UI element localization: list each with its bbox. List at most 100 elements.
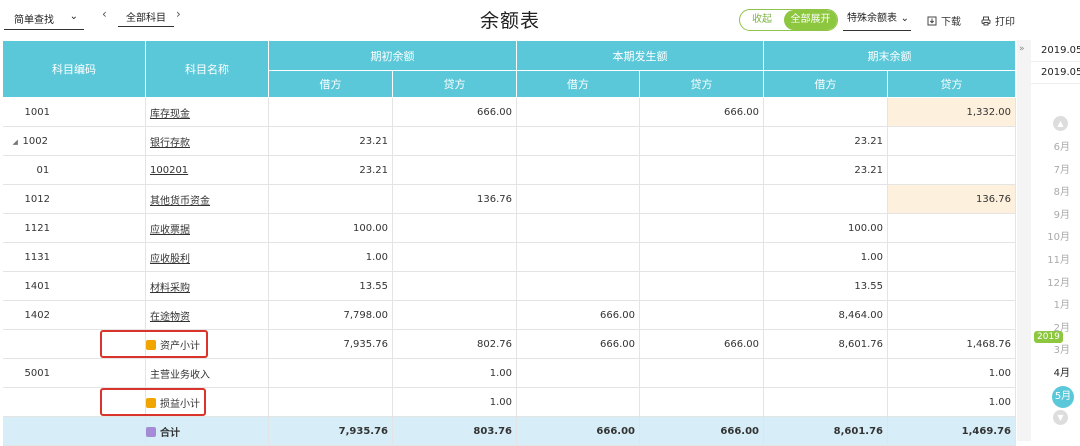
column-header-credit: 贷方: [887, 70, 1016, 98]
account-name-link[interactable]: 应收股利: [150, 254, 190, 265]
account-name-link[interactable]: 库存现金: [150, 109, 190, 120]
table-row: 1401 材料采购 13.55 13.55: [2, 271, 1016, 301]
collapse-button[interactable]: 收起: [740, 10, 784, 30]
current-credit: [639, 213, 764, 243]
table-row: 01 100201 23.21 23.21: [2, 155, 1016, 185]
month-item[interactable]: 1月: [1031, 295, 1080, 318]
opening-credit: [392, 126, 517, 156]
current-debit: 666.00: [516, 329, 640, 359]
opening-credit: [392, 300, 517, 330]
expand-toggle[interactable]: 收起 全部展开: [739, 9, 838, 31]
opening-debit: 7,935.76: [268, 329, 393, 359]
closing-credit: 1,469.76: [887, 416, 1016, 446]
expand-caret-icon[interactable]: ◢: [13, 138, 23, 146]
subtotal-row: 资产小计 7,935.76 802.76 666.00 666.00 8,601…: [2, 329, 1016, 359]
current-credit: [639, 300, 764, 330]
account-name-link[interactable]: 100201: [150, 165, 188, 176]
account-code: 1131: [2, 242, 146, 272]
chevron-left-icon[interactable]: ‹: [102, 7, 107, 21]
opening-debit: 1.00: [268, 242, 393, 272]
current-credit: [639, 358, 764, 388]
scroll-up-icon[interactable]: ▲: [1053, 116, 1068, 131]
account-code: 1401: [2, 271, 146, 301]
opening-credit: 666.00: [392, 97, 517, 127]
closing-credit: [887, 242, 1016, 272]
month-item[interactable]: 4月: [1031, 363, 1080, 386]
account-name-link[interactable]: 其他货币资金: [150, 196, 210, 207]
account-name-link[interactable]: 应收票据: [150, 225, 190, 236]
opening-debit: 100.00: [268, 213, 393, 243]
account-code: [2, 387, 146, 417]
account-code: 1121: [2, 213, 146, 243]
closing-credit: [887, 155, 1016, 185]
month-item[interactable]: 7月: [1031, 160, 1080, 183]
account-code: 01: [2, 155, 146, 185]
download-icon: [927, 16, 937, 25]
side-panel-toggle[interactable]: »: [1017, 40, 1031, 441]
account-name-link[interactable]: 银行存款: [150, 138, 190, 149]
chevron-down-icon: ⌄: [69, 11, 78, 22]
month-item[interactable]: 12月: [1031, 273, 1080, 296]
account-name-cell: 应收票据: [145, 213, 269, 243]
closing-debit: [763, 184, 888, 214]
closing-debit: 8,601.76: [763, 416, 888, 446]
month-item[interactable]: 3月: [1031, 340, 1080, 363]
simple-search-dropdown[interactable]: 简单查找 ⌄: [4, 8, 84, 30]
account-code: 5001: [2, 358, 146, 388]
account-name-link[interactable]: 在途物资: [150, 312, 190, 323]
month-item[interactable]: 11月: [1031, 250, 1080, 273]
print-button[interactable]: 打印: [981, 13, 1015, 28]
page-title: 余额表: [480, 10, 541, 32]
column-header-credit: 贷方: [392, 70, 517, 98]
chevron-down-icon: ⌄: [900, 13, 909, 24]
special-table-dropdown[interactable]: 特殊余额表 ⌄: [843, 9, 911, 31]
download-button[interactable]: 下载: [927, 13, 961, 28]
closing-credit: 1.00: [887, 387, 1016, 417]
month-item[interactable]: 10月: [1031, 227, 1080, 250]
month-item[interactable]: 9月: [1031, 205, 1080, 228]
current-credit: [639, 184, 764, 214]
current-debit: [516, 387, 640, 417]
current-credit: 666.00: [639, 97, 764, 127]
current-credit: [639, 271, 764, 301]
simple-search-label: 简单查找: [14, 15, 54, 26]
account-code: 1001: [2, 97, 146, 127]
table-row: 1402 在途物资 7,798.00 666.00 8,464.00: [2, 300, 1016, 330]
opening-debit: 7,798.00: [268, 300, 393, 330]
opening-credit: [392, 242, 517, 272]
account-code: 1002: [22, 135, 48, 147]
total-row: 合计 7,935.76 803.76 666.00 666.00 8,601.7…: [2, 416, 1016, 446]
subtotal-icon: [146, 397, 156, 408]
chevron-right-icon[interactable]: ›: [176, 7, 181, 21]
all-subjects-selector[interactable]: 全部科目: [118, 9, 174, 27]
month-item[interactable]: 6月: [1031, 137, 1080, 160]
current-debit: [516, 271, 640, 301]
total-icon: [146, 426, 156, 437]
account-code-cell: ◢ 1002: [2, 126, 146, 156]
expand-all-button[interactable]: 全部展开: [784, 10, 837, 30]
scroll-down-icon[interactable]: ▼: [1053, 410, 1068, 426]
account-code: 1012: [2, 184, 146, 214]
current-credit: 666.00: [639, 416, 764, 446]
subtotal-row: 损益小计 1.00 1.00: [2, 387, 1016, 417]
column-header-code: 科目编码: [2, 40, 146, 98]
closing-debit: 23.21: [763, 155, 888, 185]
table-row: ◢ 1002 银行存款 23.21 23.21: [2, 126, 1016, 156]
opening-credit: [392, 155, 517, 185]
opening-debit: 23.21: [268, 126, 393, 156]
month-item[interactable]: 8月: [1031, 182, 1080, 205]
account-code: [2, 329, 146, 359]
current-debit: [516, 126, 640, 156]
date-from[interactable]: 2019.05: [1031, 40, 1080, 62]
month-item-selected[interactable]: 5月: [1031, 385, 1080, 409]
account-name-cell: 应收股利: [145, 242, 269, 272]
date-to[interactable]: 2019.05: [1031, 62, 1080, 84]
closing-debit: [763, 97, 888, 127]
current-credit: 666.00: [639, 329, 764, 359]
account-name-link[interactable]: 材料采购: [150, 283, 190, 294]
closing-credit: [887, 300, 1016, 330]
opening-debit: 23.21: [268, 155, 393, 185]
month-list: ▲ 6月 7月 8月 9月 10月 11月 12月 1月 2月 3月 4月 5月…: [1031, 116, 1080, 426]
closing-debit: 100.00: [763, 213, 888, 243]
opening-credit: 802.76: [392, 329, 517, 359]
